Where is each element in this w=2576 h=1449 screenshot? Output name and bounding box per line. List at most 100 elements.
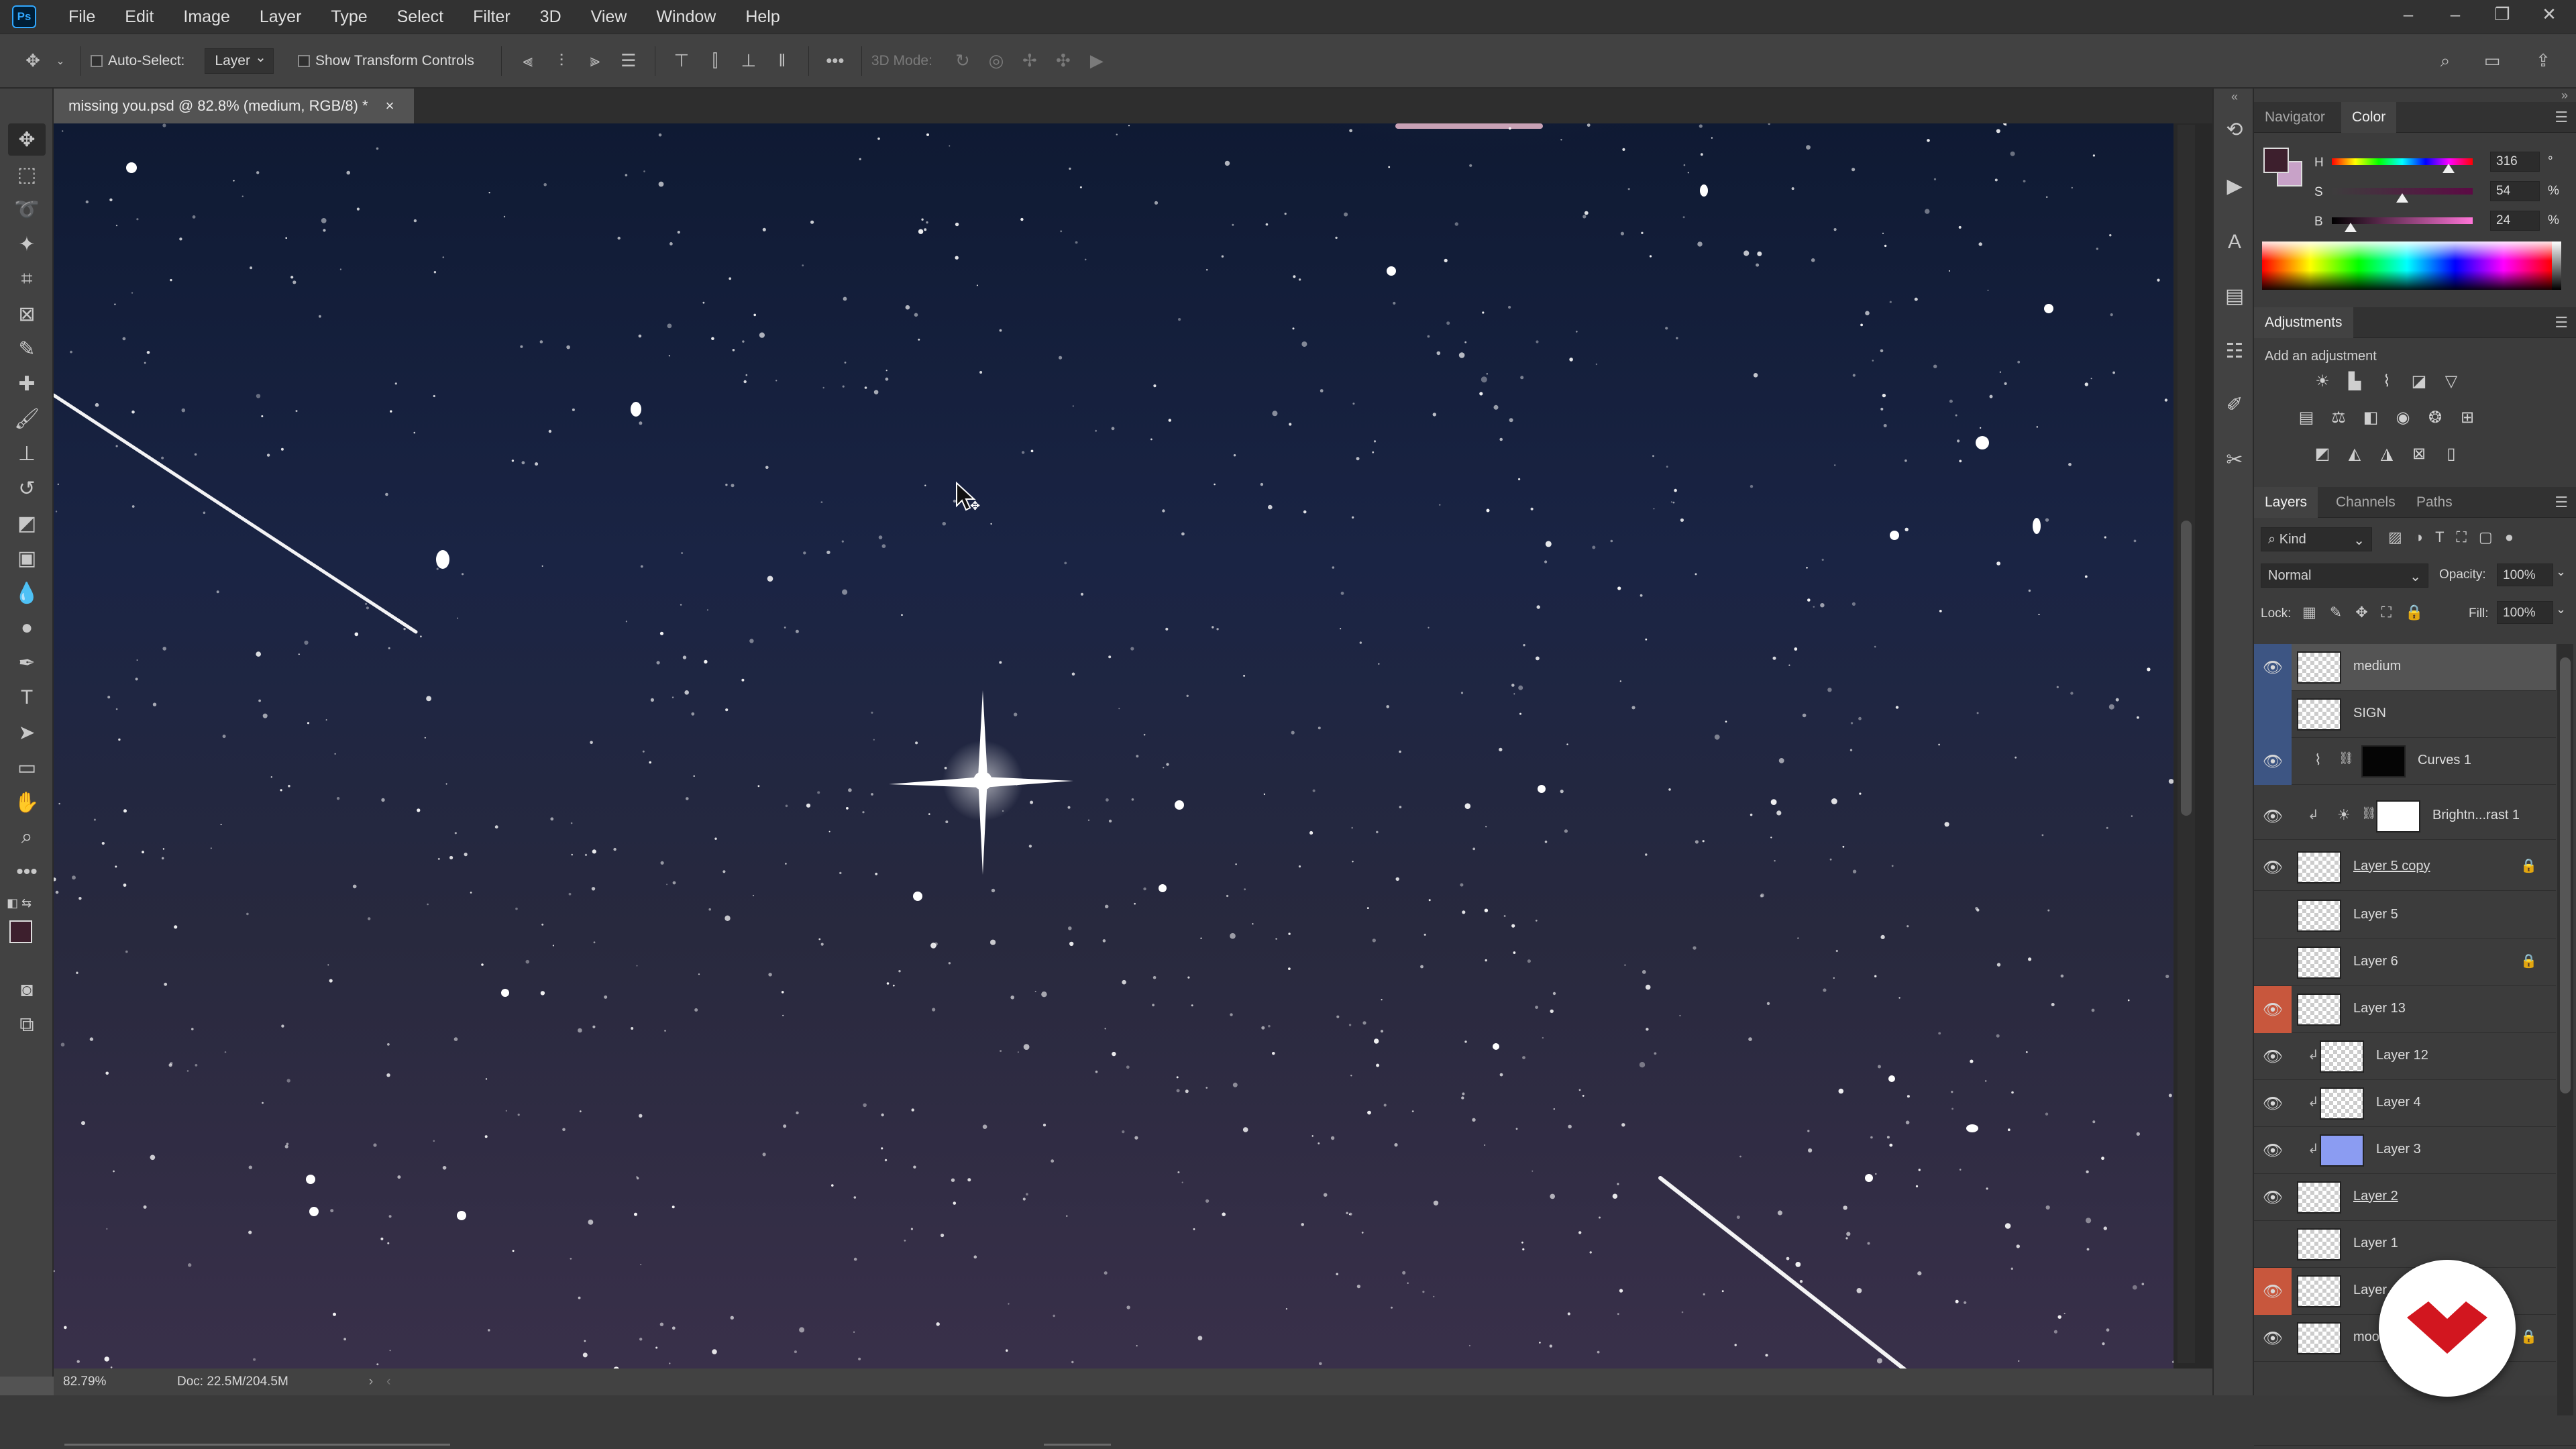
channel-mixer-icon[interactable]: ❂ xyxy=(2423,405,2447,429)
layers-scroll-thumb[interactable] xyxy=(2560,657,2571,1093)
brightness-slider[interactable]: B 24 % xyxy=(2314,209,2576,236)
3d-roll-icon[interactable]: ◎ xyxy=(983,48,1009,74)
layer-name[interactable]: Layer 5 copy xyxy=(2353,859,2430,874)
chevron-down-icon[interactable]: ⌄ xyxy=(2556,565,2566,579)
layer-name[interactable]: Layer 6 xyxy=(2353,954,2398,969)
artwork-canvas[interactable]: ✥ xyxy=(54,123,2174,1368)
dodge-tool-icon[interactable]: ● xyxy=(8,612,46,644)
move-tool-icon[interactable]: ✥ xyxy=(8,123,46,156)
saturation-slider[interactable]: S 54 % xyxy=(2314,180,2576,207)
layer-name[interactable]: Layer 2 xyxy=(2353,1189,2398,1204)
layer-name[interactable]: SIGN xyxy=(2353,706,2386,721)
layer-row[interactable]: 👁 ⌇ ⛓ Curves 1 xyxy=(2254,738,2556,785)
tab-adjustments[interactable]: Adjustments xyxy=(2254,307,2353,338)
layer-thumbnail[interactable] xyxy=(2297,1228,2341,1260)
expand-panels-icon[interactable]: » xyxy=(2561,89,2568,103)
vibrance-icon[interactable]: ▽ xyxy=(2439,369,2463,393)
scroll-left-icon[interactable]: ‹ xyxy=(386,1375,390,1389)
layer-row[interactable]: 👁 Layer 5 copy 🔒 xyxy=(2254,844,2556,891)
align-center-icon[interactable]: ⫶ xyxy=(549,48,574,74)
layer-thumbnail[interactable] xyxy=(2297,900,2341,932)
search-icon[interactable]: ⌕ xyxy=(2432,48,2458,74)
layer-row[interactable]: Layer 5 xyxy=(2254,892,2556,939)
chevron-down-icon[interactable]: ⌄ xyxy=(2556,602,2566,616)
pen-tool-icon[interactable]: ✒ xyxy=(8,647,46,679)
tab-navigator[interactable]: Navigator xyxy=(2254,102,2336,133)
close-button[interactable]: ✕ xyxy=(2536,4,2563,25)
layer-thumbnail[interactable] xyxy=(2297,1275,2341,1307)
status-menu-arrow-icon[interactable]: › xyxy=(369,1375,373,1389)
selective-color-icon[interactable]: ⊠ xyxy=(2407,441,2431,466)
collapse-arrows-icon[interactable]: « xyxy=(2231,90,2238,104)
libraries-icon[interactable]: ▤ xyxy=(2220,282,2249,310)
history-icon[interactable]: ⟲ xyxy=(2220,115,2249,144)
layer-row[interactable]: Layer 6 🔒 xyxy=(2254,939,2556,986)
brightness-contrast-icon[interactable]: ☀ xyxy=(2310,369,2334,393)
hue-saturation-icon[interactable]: ▤ xyxy=(2294,405,2318,429)
menu-edit[interactable]: Edit xyxy=(110,7,168,27)
3d-scale-icon[interactable]: ▶ xyxy=(1084,48,1110,74)
layer-thumbnail[interactable] xyxy=(2297,851,2341,883)
rectangle-tool-icon[interactable]: ▭ xyxy=(8,751,46,784)
layer-row[interactable]: 👁 ↲ Layer 4 xyxy=(2254,1080,2556,1127)
panel-menu-icon[interactable]: ☰ xyxy=(2555,494,2568,511)
layer-filter-dropdown[interactable]: ⌕ Kind ⌄ xyxy=(2261,527,2372,551)
move-tool-preset-icon[interactable]: ✥ xyxy=(20,48,46,74)
menu-image[interactable]: Image xyxy=(168,7,244,27)
path-selection-tool-icon[interactable]: ➤ xyxy=(8,716,46,749)
invert-icon[interactable]: ◩ xyxy=(2310,441,2334,466)
distribute-horizontal-icon[interactable]: ‖ xyxy=(769,48,795,74)
magic-wand-tool-icon[interactable]: ✦ xyxy=(8,228,46,260)
canvas-vertical-scrollbar[interactable] xyxy=(2178,125,2195,1363)
grayscale-ramp[interactable] xyxy=(2552,241,2561,290)
panel-menu-icon[interactable]: ☰ xyxy=(2555,314,2568,331)
layer-name[interactable]: Brightn...rast 1 xyxy=(2432,808,2520,823)
align-bottom-icon[interactable]: ⊥ xyxy=(736,48,761,74)
crop-tool-icon[interactable]: ⌗ xyxy=(8,263,46,295)
close-tab-icon[interactable]: × xyxy=(386,97,394,115)
eye-icon[interactable]: 👁 xyxy=(2254,1080,2292,1127)
chevron-down-icon[interactable]: ⌄ xyxy=(54,48,67,74)
layer-name[interactable]: Layer 3 xyxy=(2376,1142,2421,1157)
layer-filter-icons[interactable]: ▨◑T⛶▢● xyxy=(2388,529,2526,546)
eye-icon[interactable] xyxy=(2254,939,2292,986)
align-right-icon[interactable]: ⫸ xyxy=(582,48,608,74)
photo-filter-icon[interactable]: ◉ xyxy=(2391,405,2415,429)
layer-name[interactable]: Layer 4 xyxy=(2376,1095,2421,1110)
saturation-value-field[interactable]: 54 xyxy=(2490,181,2540,201)
eyedropper-tool-icon[interactable]: ✎ xyxy=(8,333,46,365)
screen-mode-icon[interactable]: ⧉ xyxy=(8,1009,46,1041)
menu-window[interactable]: Window xyxy=(641,7,731,27)
layer-name[interactable]: medium xyxy=(2353,659,2401,674)
layer-thumbnail[interactable] xyxy=(2320,1040,2364,1073)
layer-thumbnail[interactable] xyxy=(2297,994,2341,1026)
tab-paths[interactable]: Paths xyxy=(2406,487,2463,518)
healing-brush-tool-icon[interactable]: ✚ xyxy=(8,368,46,400)
hue-value-field[interactable]: 316 xyxy=(2490,152,2540,172)
menu-type[interactable]: Type xyxy=(316,7,382,27)
eye-icon[interactable]: 👁 xyxy=(2254,1268,2292,1315)
frame-tool-icon[interactable]: ⊠ xyxy=(8,298,46,330)
layer-thumbnail[interactable] xyxy=(2297,947,2341,979)
tab-color[interactable]: Color xyxy=(2341,102,2397,133)
blur-tool-icon[interactable]: 💧 xyxy=(8,577,46,609)
document-tab[interactable]: missing you.psd @ 82.8% (medium, RGB/8) … xyxy=(54,89,415,123)
zoom-tool-icon[interactable]: ⌕ xyxy=(8,821,46,853)
eye-icon[interactable] xyxy=(2254,1221,2292,1268)
eye-icon[interactable] xyxy=(2254,892,2292,939)
mask-link-icon[interactable]: ⛓ xyxy=(2339,751,2354,765)
layer-mask-thumbnail[interactable] xyxy=(2376,800,2420,833)
menu-filter[interactable]: Filter xyxy=(458,7,525,27)
tool-presets-icon[interactable]: ✂ xyxy=(2220,445,2249,474)
menu-layer[interactable]: Layer xyxy=(245,7,317,27)
layer-thumbnail[interactable] xyxy=(2297,651,2341,684)
brush-settings-icon[interactable]: ✐ xyxy=(2220,390,2249,419)
brightness-value-field[interactable]: 24 xyxy=(2490,211,2540,231)
distribute-vertical-icon[interactable]: ☰ xyxy=(616,48,641,74)
foreground-color-swatch[interactable] xyxy=(9,920,32,943)
more-options-icon[interactable]: ••• xyxy=(822,48,848,74)
layer-name[interactable]: Curves 1 xyxy=(2418,753,2471,768)
eye-icon[interactable]: 👁 xyxy=(2254,1033,2292,1080)
curves-icon[interactable]: ⌇ xyxy=(2375,369,2399,393)
tab-channels[interactable]: Channels xyxy=(2325,487,2406,518)
